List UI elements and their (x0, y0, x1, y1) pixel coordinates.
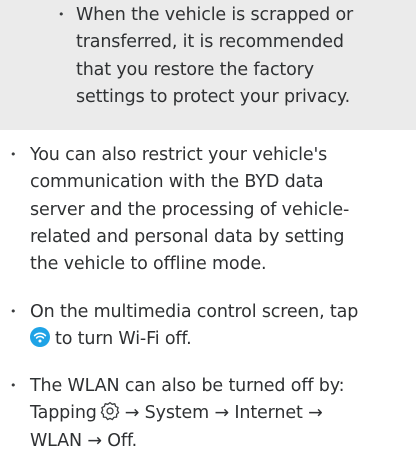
item2-line-2-text: to turn Wi-Fi off. (55, 329, 192, 350)
item3-line-2-prefix: Tapping (30, 403, 97, 424)
item3-line-1: The WLAN can also be turned off by: (30, 376, 345, 396)
gear-icon (100, 402, 119, 421)
note-line-3: that you restore the factory (76, 59, 314, 80)
item2-line-2: to turn Wi-Fi off. (30, 326, 358, 353)
item1-line-2: communication with the BYD data (30, 172, 324, 193)
note-line-1: When the vehicle is scrapped or (76, 5, 354, 25)
item3-line-3: WLAN → Off. (30, 430, 138, 451)
wifi-icon (30, 327, 50, 348)
note-bullet: • (58, 8, 65, 21)
privacy-note-box: • When the vehicle is scrapped or transf… (0, 0, 416, 130)
list-bullet: • (10, 305, 17, 318)
item1-line-3: server and the processing of vehicle- (30, 199, 350, 220)
note-text: When the vehicle is scrapped or transfer… (76, 2, 353, 111)
item1-line-4: related and personal data by setting (30, 226, 345, 247)
item3-line-2-suffix: → System → Internet → (124, 403, 323, 424)
list-item-text: On the multimedia control screen, tap to… (30, 299, 358, 354)
item1-line-5: the vehicle to offline mode. (30, 254, 267, 275)
item2-line-1: On the multimedia control screen, tap (30, 302, 359, 322)
note-line-4: settings to protect your privacy. (76, 86, 351, 107)
item1-line-1: You can also restrict your vehicle's (30, 145, 328, 165)
item3-line-2: Tapping → System → Internet → (30, 400, 344, 427)
list-bullet: • (10, 148, 17, 161)
note-line-2: transferred, it is recommended (76, 32, 344, 53)
list-item-text: You can also restrict your vehicle's com… (30, 142, 349, 278)
list-item-text: The WLAN can also be turned off by: Tapp… (30, 373, 345, 455)
list-bullet: • (10, 379, 17, 392)
